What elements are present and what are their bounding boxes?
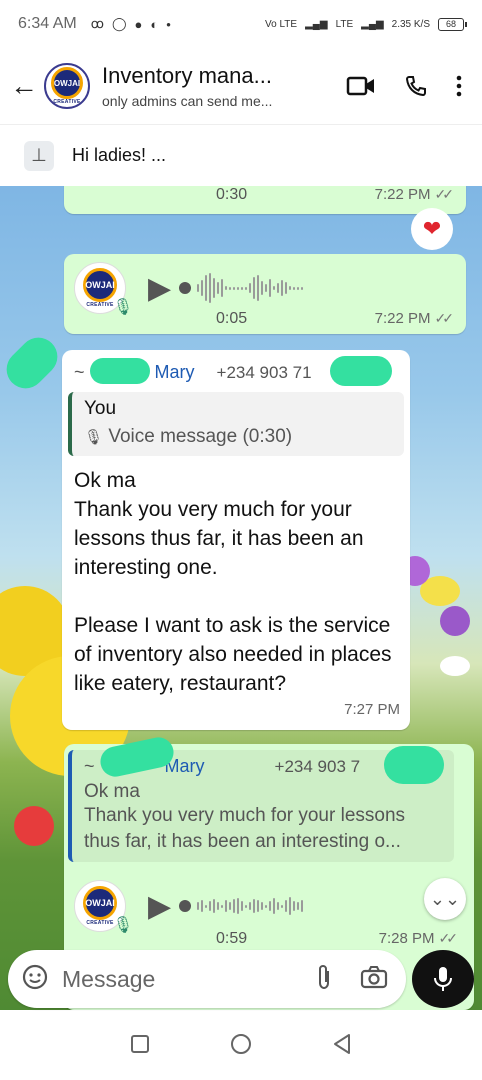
speed-label: 2.35 K/S bbox=[391, 18, 430, 30]
message-composer: Message bbox=[0, 946, 482, 1010]
system-nav-bar bbox=[0, 1012, 482, 1080]
mic-icon: 🎙 bbox=[112, 299, 133, 316]
quote-line-1: Ok ma bbox=[84, 781, 140, 802]
read-ticks-icon: ✓✓ bbox=[434, 310, 455, 326]
voice-duration: 0:30 bbox=[216, 186, 248, 203]
scroll-down-chevron-icon[interactable]: ⌄⌄ bbox=[424, 878, 466, 920]
message-time: 7:22 PM bbox=[374, 186, 431, 203]
quote-author: You bbox=[84, 398, 117, 419]
voice-duration: 0:05 bbox=[216, 310, 248, 327]
logo-subtext: CREATIVE bbox=[86, 302, 114, 308]
redaction-mark bbox=[0, 329, 66, 397]
message-time: 7:28 PM bbox=[378, 930, 435, 947]
read-ticks-icon: ✓✓ bbox=[438, 930, 459, 946]
back-triangle-icon[interactable] bbox=[332, 1033, 352, 1060]
message-placeholder: Message bbox=[62, 965, 156, 992]
record-voice-button[interactable] bbox=[412, 950, 474, 1008]
wallpaper-flower bbox=[14, 806, 54, 846]
logo-subtext: CREATIVE bbox=[86, 920, 114, 926]
network-label-1: Vo LTE bbox=[265, 18, 298, 30]
whatsapp-icon: ◯ bbox=[111, 16, 127, 31]
sender-phone: +234 903 71 bbox=[216, 363, 312, 382]
voicemail-icon: ꝏ bbox=[90, 16, 104, 31]
notification-icons: ꝏ ◯ ● ◐ • bbox=[91, 16, 171, 32]
sender-avatar: OWJAI CREATIVE 🎙 bbox=[74, 880, 133, 934]
status-bar: 6:34 AM ꝏ ◯ ● ◐ • Vo LTE ▂▄▆ LTE ▂▄▆ 2.3… bbox=[0, 0, 482, 48]
logo-mark: OWJAI bbox=[51, 67, 83, 99]
group-info[interactable]: Inventory mana... only admins can send m… bbox=[102, 63, 317, 109]
microphone-icon bbox=[434, 967, 452, 991]
play-button-icon[interactable]: ▶ bbox=[148, 889, 171, 924]
playhead[interactable] bbox=[179, 900, 192, 912]
sender-prefix: ~ bbox=[74, 362, 85, 382]
message-input[interactable]: Message bbox=[8, 950, 406, 1008]
chat-area[interactable]: 0:30 7:22 PM ✓✓ ❤ OWJAI CREATIVE 🎙 ▶ 0:0… bbox=[0, 186, 482, 1010]
quote-line-2: Thank you very much for your lessons thu… bbox=[84, 805, 406, 852]
voice-waveform[interactable] bbox=[179, 897, 304, 915]
sender-avatar: OWJAI CREATIVE 🎙 bbox=[74, 262, 133, 316]
playhead[interactable] bbox=[179, 282, 192, 294]
quote-sender-phone: +234 903 7 bbox=[274, 757, 361, 776]
chat-icon: ● bbox=[134, 16, 143, 32]
home-circle-icon[interactable] bbox=[230, 1033, 252, 1060]
quote-text: Voice message (0:30) bbox=[108, 426, 293, 447]
group-subtitle: only admins can send me... bbox=[102, 93, 273, 109]
message-time: 7:22 PM bbox=[374, 310, 431, 327]
redaction-mark bbox=[90, 358, 150, 384]
dot-icon: • bbox=[166, 16, 171, 32]
camera-icon[interactable] bbox=[360, 965, 388, 994]
pin-icon: ⊥ bbox=[24, 140, 54, 171]
signal-icon-1: ▂▄▆ bbox=[305, 18, 328, 30]
attach-paperclip-icon[interactable] bbox=[316, 964, 332, 995]
more-options-icon[interactable] bbox=[456, 74, 462, 98]
group-title: Inventory mana... bbox=[102, 63, 272, 88]
play-button-icon[interactable]: ▶ bbox=[148, 271, 171, 306]
back-arrow-icon[interactable]: ← bbox=[4, 70, 44, 102]
read-ticks-icon: ✓✓ bbox=[434, 186, 455, 202]
chat-header: ← OWJAI CREATIVE Inventory mana... only … bbox=[0, 48, 482, 124]
group-avatar[interactable]: OWJAI CREATIVE bbox=[44, 63, 90, 109]
incoming-message-bubble[interactable]: ~ Mary +234 903 71 You 🎙 Voice message (… bbox=[62, 350, 410, 730]
wallpaper-flower bbox=[440, 656, 470, 676]
voice-message-bubble[interactable]: 0:30 7:22 PM ✓✓ bbox=[64, 186, 466, 214]
redaction-mark bbox=[384, 746, 444, 784]
wallpaper-flower bbox=[440, 606, 470, 636]
status-time: 6:34 AM bbox=[18, 15, 77, 32]
mic-icon: 🎙 bbox=[112, 917, 133, 934]
app-icon: ◐ bbox=[150, 16, 159, 32]
signal-icon-2: ▂▄▆ bbox=[361, 18, 384, 30]
voice-message-bubble[interactable]: OWJAI CREATIVE 🎙 ▶ 0:05 7:22 PM ✓✓ bbox=[64, 254, 466, 334]
pinned-message-bar[interactable]: ⊥ Hi ladies! ... bbox=[0, 124, 482, 186]
recents-square-icon[interactable] bbox=[130, 1034, 150, 1059]
video-call-icon[interactable] bbox=[346, 75, 376, 97]
message-body: Ok ma Thank you very much for your lesso… bbox=[74, 469, 392, 695]
network-label-2: LTE bbox=[335, 18, 354, 30]
pinned-text: Hi ladies! ... bbox=[72, 145, 167, 165]
quoted-message[interactable]: You 🎙 Voice message (0:30) bbox=[68, 392, 404, 456]
phone-call-icon[interactable] bbox=[404, 74, 428, 98]
redaction-mark bbox=[330, 356, 392, 386]
mic-icon: 🎙 bbox=[84, 429, 104, 446]
sender-name[interactable]: Mary bbox=[155, 362, 195, 383]
quote-sender-prefix: ~ bbox=[84, 756, 95, 776]
logo-subtext: CREATIVE bbox=[53, 99, 81, 105]
message-time: 7:27 PM bbox=[344, 701, 400, 718]
heart-reaction[interactable]: ❤ bbox=[411, 208, 453, 250]
battery-icon: 68 bbox=[438, 17, 467, 31]
emoji-sticker-icon[interactable] bbox=[22, 964, 48, 995]
voice-waveform[interactable] bbox=[179, 273, 304, 303]
